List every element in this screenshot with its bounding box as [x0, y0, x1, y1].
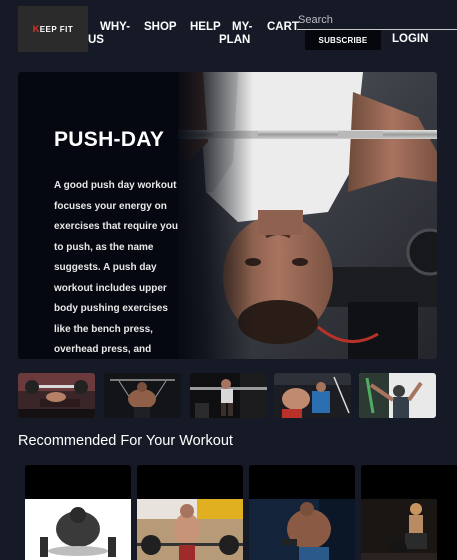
lat-pulldown-thumbnail-icon [104, 373, 181, 418]
site-header: KEEP FIT WHY- US SHOP HELP MY- PLAN CART… [0, 0, 457, 70]
search-input[interactable] [297, 10, 457, 30]
recommended-card-dumbbell-curl[interactable] [249, 465, 355, 560]
barbell-lift-image-icon [137, 499, 243, 560]
cable-pull-thumbnail-icon [359, 373, 436, 418]
hero-description: A good push day workout focuses your ene… [54, 180, 178, 355]
keep-fit-logo[interactable]: KEEP FIT [18, 6, 88, 52]
recommended-section-title: Recommended For Your Workout [18, 433, 233, 449]
bench-press-thumbnail-icon [18, 373, 95, 418]
nav-help[interactable]: HELP [190, 21, 221, 34]
login-button[interactable]: LOGIN [392, 33, 428, 45]
thumbnail-gym-squat[interactable] [190, 373, 267, 418]
dumbbell-curl-image-icon [249, 499, 355, 560]
recommended-card-barbell-lift[interactable] [137, 465, 243, 560]
thumbnail-dumbbell-workout[interactable] [274, 373, 351, 418]
nav-my-plan[interactable]: MY- PLAN [218, 21, 258, 47]
hero-title: PUSH-DAY [54, 128, 165, 151]
thumbnail-bench-press[interactable] [18, 373, 95, 418]
thumbnail-lat-pulldown[interactable] [104, 373, 181, 418]
gym-squat-thumbnail-icon [190, 373, 267, 418]
pushup-image-icon [25, 499, 131, 560]
nav-why-us[interactable]: WHY- US [88, 21, 132, 47]
dumbbell-workout-thumbnail-icon [274, 373, 351, 418]
nav-shop[interactable]: SHOP [144, 21, 177, 34]
kettlebell-squat-image-icon [361, 499, 437, 560]
logo-text: KEEP FIT [32, 24, 74, 34]
subscribe-button[interactable]: SUBSCRIBE [305, 30, 381, 50]
thumbnail-cable-pull[interactable] [359, 373, 436, 418]
recommended-card-kettlebell-squat[interactable] [361, 465, 457, 560]
recommended-card-pushup[interactable] [25, 465, 131, 560]
hero-banner: PUSH-DAY A good push day workout focuses… [18, 72, 437, 359]
nav-cart[interactable]: CART [267, 21, 299, 34]
